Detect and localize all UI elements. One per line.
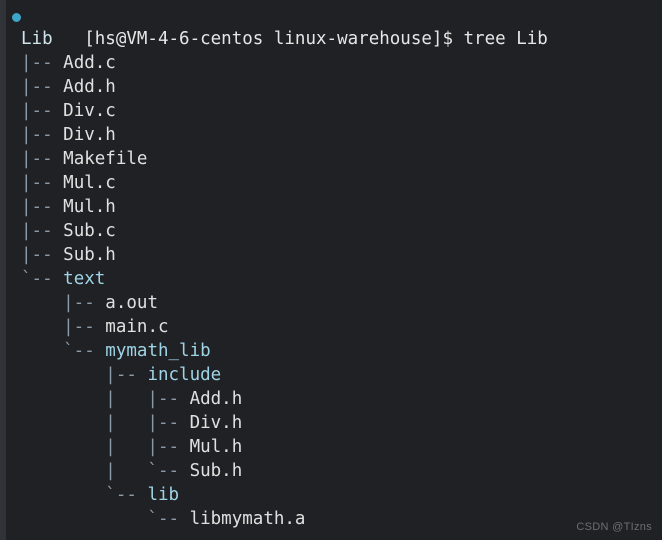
tree-line: |-- Sub.h: [6, 243, 662, 267]
tree-branch-connector: `--: [21, 269, 64, 289]
tree-line: | |-- Add.h: [6, 387, 662, 411]
tree-line: |-- Mul.h: [6, 195, 662, 219]
tree-directory-name: lib: [147, 485, 180, 505]
tree-file-name: Sub.c: [63, 221, 116, 241]
tree-line: |-- Add.h: [6, 75, 662, 99]
tree-directory-name: include: [147, 365, 222, 385]
tree-directory-name: mymath_lib: [105, 341, 211, 361]
tree-root-name: Lib: [21, 29, 53, 49]
tree-branch-connector: |--: [21, 53, 64, 73]
tree-branch-connector: `--: [21, 341, 106, 361]
tree-branch-connector: | `--: [21, 461, 190, 481]
terminal-screenshot: [hs@VM-4-6-centos linux-warehouse]$ tree…: [0, 0, 662, 540]
tree-line: `-- mymath_lib: [6, 339, 662, 363]
tree-file-name: Mul.h: [189, 437, 243, 457]
watermark-label: CSDN @TIzns: [576, 521, 652, 533]
tree-branch-connector: |--: [21, 149, 64, 169]
tree-branch-connector: | |--: [21, 413, 190, 433]
tree-line: |-- include: [6, 363, 662, 387]
tree-file-name: Mul.c: [63, 173, 116, 193]
tree-line: |-- main.c: [6, 315, 662, 339]
tree-file-name: Div.h: [63, 125, 116, 145]
tree-line: |-- Sub.c: [6, 219, 662, 243]
tree-branch-connector: `--: [21, 509, 190, 529]
tree-file-name: Sub.h: [63, 245, 116, 265]
tree-line: Lib: [6, 27, 662, 51]
tree-branch-connector: | |--: [21, 389, 190, 409]
tree-line: `-- lib: [6, 483, 662, 507]
tree-branch-connector: |--: [21, 101, 64, 121]
tree-branch-connector: | |--: [21, 437, 190, 457]
tree-file-name: Add.c: [63, 53, 116, 73]
tree-branch-connector: |--: [21, 293, 106, 313]
tree-file-name: Div.h: [189, 413, 243, 433]
tree-line: |-- Div.h: [6, 123, 662, 147]
tree-file-name: main.c: [105, 317, 169, 337]
terminal-console[interactable]: [hs@VM-4-6-centos linux-warehouse]$ tree…: [6, 0, 662, 540]
tree-line: |-- Div.c: [6, 99, 662, 123]
tree-file-name: Mul.h: [63, 197, 116, 217]
tree-line: |-- Makefile: [6, 147, 662, 171]
tree-line: | |-- Mul.h: [6, 435, 662, 459]
tree-file-name: a.out: [105, 293, 158, 313]
tree-file-name: Add.h: [63, 77, 116, 97]
tree-branch-connector: |--: [21, 221, 64, 241]
tree-branch-connector: |--: [21, 365, 148, 385]
tree-line: |-- Add.c: [6, 51, 662, 75]
tree-branch-connector: |--: [21, 197, 64, 217]
tree-branch-connector: |--: [21, 173, 64, 193]
prompt-line: [hs@VM-4-6-centos linux-warehouse]$ tree…: [6, 3, 662, 49]
tree-file-name: libmymath.a: [189, 509, 306, 529]
tree-file-name: Makefile: [63, 149, 148, 169]
tree-branch-connector: |--: [21, 125, 64, 145]
tree-line: | |-- Div.h: [6, 411, 662, 435]
tree-branch-connector: |--: [21, 77, 64, 97]
tree-output: Lib |-- Add.c |-- Add.h |-- Div.c |-- Div.h |…: [6, 27, 662, 531]
tree-line: | `-- Sub.h: [6, 459, 662, 483]
tree-branch-connector: |--: [21, 245, 64, 265]
tree-line: |-- Mul.c: [6, 171, 662, 195]
tree-file-name: Div.c: [63, 101, 116, 121]
tree-line: `-- libmymath.a: [6, 507, 662, 531]
tree-line: `-- text: [6, 267, 662, 291]
tree-branch-connector: |--: [21, 317, 106, 337]
status-dot-icon: [12, 13, 21, 22]
tree-file-name: Add.h: [189, 389, 243, 409]
tree-directory-name: text: [63, 269, 106, 289]
tree-file-name: Sub.h: [189, 461, 243, 481]
tree-line: |-- a.out: [6, 291, 662, 315]
tree-branch-connector: `--: [21, 485, 148, 505]
